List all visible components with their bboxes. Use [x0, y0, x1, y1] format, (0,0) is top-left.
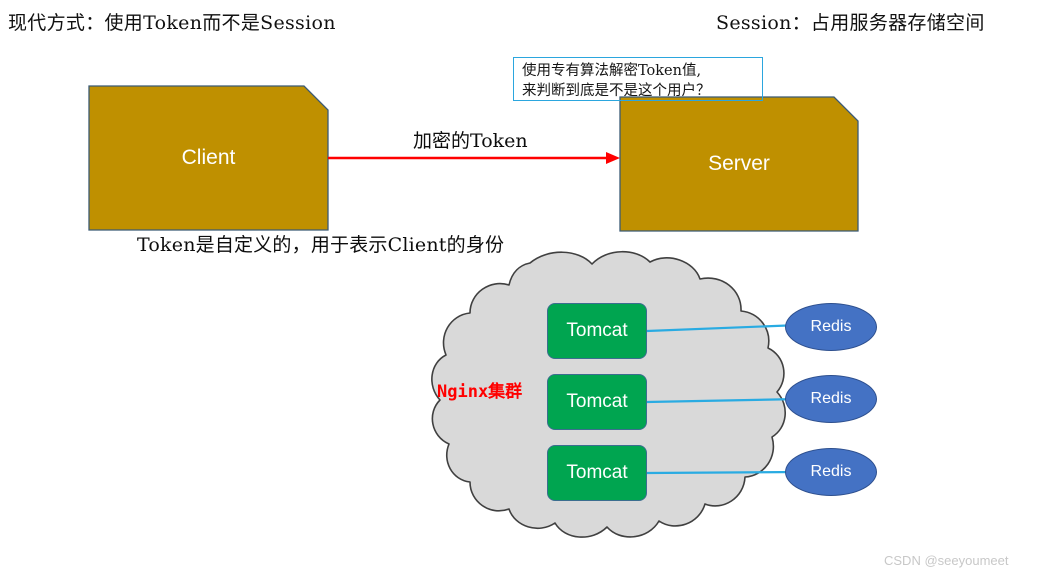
tomcat-node-2[interactable]: Tomcat: [547, 374, 647, 430]
watermark: CSDN @seeyoumeet: [884, 553, 1009, 568]
tomcat-node-1-label: Tomcat: [566, 320, 628, 341]
redis-node-2[interactable]: Redis: [785, 375, 877, 423]
redis-node-2-label: Redis: [810, 390, 852, 407]
server-node[interactable]: Server: [620, 97, 858, 231]
redis-node-1[interactable]: Redis: [785, 303, 877, 351]
tomcat-node-3[interactable]: Tomcat: [547, 445, 647, 501]
callout-line-2: 来判断到底是不是这个用户？: [522, 83, 711, 99]
decrypt-token-callout: 使用专有算法解密Token值, 来判断到底是不是这个用户？: [513, 57, 763, 101]
tomcat-node-3-label: Tomcat: [566, 462, 628, 483]
nginx-cluster-label: Nginx集群: [437, 382, 523, 402]
encrypted-token-arrow-label: 加密的Token: [413, 130, 528, 152]
redis-node-1-label: Redis: [810, 318, 852, 335]
redis-node-3[interactable]: Redis: [785, 448, 877, 496]
token-description-caption: Token是自定义的，用于表示Client的身份: [137, 234, 505, 256]
callout-line-1: 使用专有算法解密Token值,: [522, 63, 702, 79]
encrypted-token-arrow: [328, 152, 620, 164]
page-title-left: 现代方式：使用Token而不是Session: [8, 12, 336, 34]
server-node-label: Server: [708, 152, 770, 175]
client-node[interactable]: Client: [89, 86, 328, 230]
page-title-right: Session：占用服务器存储空间: [716, 12, 985, 34]
tomcat-node-1[interactable]: Tomcat: [547, 303, 647, 359]
client-node-label: Client: [181, 146, 236, 169]
redis-node-3-label: Redis: [810, 463, 852, 480]
connector-line-3: [646, 470, 801, 475]
tomcat-node-2-label: Tomcat: [566, 391, 628, 412]
